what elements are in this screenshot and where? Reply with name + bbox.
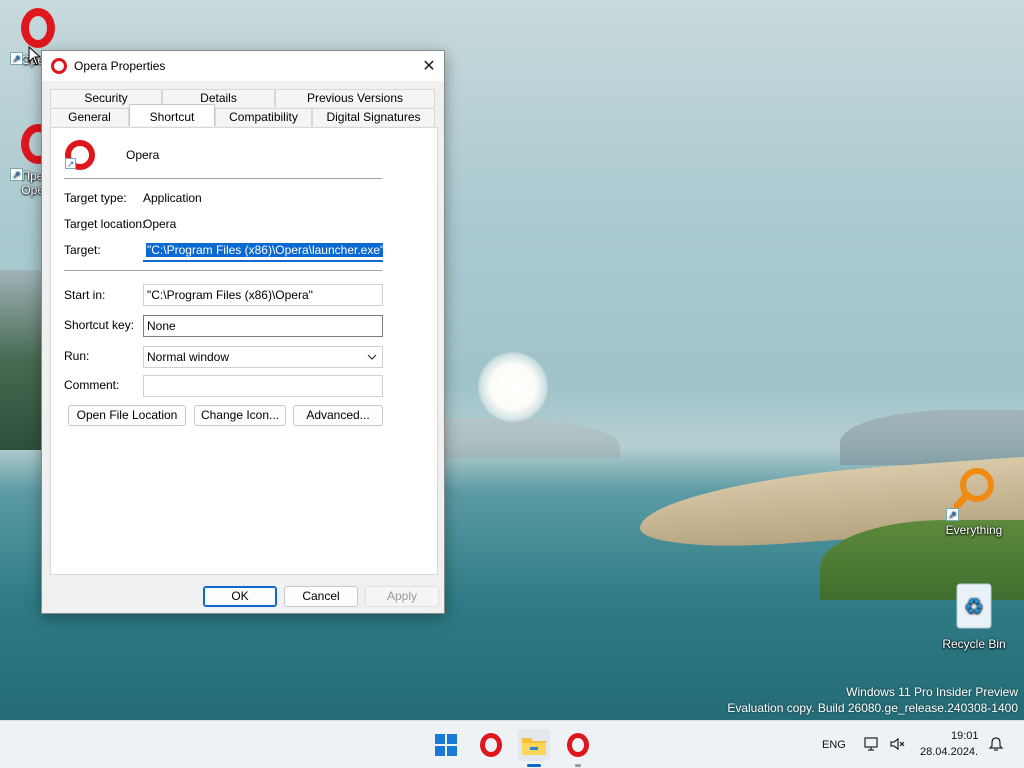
language-indicator[interactable]: ENG [822, 739, 846, 751]
cursor-icon [28, 46, 42, 66]
shortcut-arrow-icon: ↗ [65, 158, 76, 169]
opera-icon [21, 8, 55, 48]
app-name: Opera [126, 148, 160, 162]
desktop-icon-recycle-bin[interactable]: ♻ Recycle Bin [936, 580, 1012, 651]
running-indicator [575, 764, 581, 767]
target-location-label: Target location: [64, 217, 146, 231]
tab-digital-signatures[interactable]: Digital Signatures [312, 108, 435, 126]
comment-input[interactable] [143, 375, 383, 397]
recycle-bin-icon: ♻ [956, 583, 992, 629]
desktop-icon-label: Everything [945, 523, 1003, 537]
taskbar-opera-2[interactable] [562, 729, 594, 767]
opera-icon [480, 733, 502, 757]
shortcut-arrow-icon: ↗ [10, 52, 23, 65]
folder-icon [522, 738, 546, 755]
tab-row-top: Security Details Previous Versions [50, 89, 435, 107]
tab-compatibility[interactable]: Compatibility [215, 108, 312, 126]
clock-date[interactable]: 28.04.2024. [920, 746, 978, 758]
title-bar[interactable]: Opera Properties [42, 51, 444, 81]
run-label: Run: [64, 349, 90, 363]
comment-label: Comment: [64, 378, 120, 392]
shortcut-key-input[interactable]: None [143, 315, 383, 337]
divider [64, 178, 382, 179]
target-type-label: Target type: [64, 191, 127, 205]
tab-row-bottom: General Shortcut Compatibility Digital S… [50, 104, 435, 126]
shortcut-panel: ↗ Opera Target type: Application Target … [50, 127, 438, 575]
wallpaper-hill-right [840, 410, 1024, 465]
tab-shortcut[interactable]: Shortcut [129, 104, 215, 126]
network-icon[interactable] [864, 736, 880, 752]
divider [64, 270, 382, 271]
run-select[interactable]: Normal window [143, 346, 383, 368]
target-label: Target: [64, 243, 101, 257]
advanced-button[interactable]: Advanced... [293, 405, 383, 426]
notification-bell-icon[interactable] [988, 736, 1004, 752]
shortcut-arrow-icon: ↗ [946, 508, 959, 521]
clock-time[interactable]: 19:01 [951, 730, 979, 742]
watermark-line2: Evaluation copy. Build 26080.ge_release.… [727, 701, 1018, 715]
properties-dialog: Opera Properties ✕ Security Details Prev… [41, 50, 445, 614]
change-icon-button[interactable]: Change Icon... [194, 405, 286, 426]
start-button[interactable] [430, 729, 462, 761]
start-in-input[interactable]: "C:\Program Files (x86)\Opera" [143, 284, 383, 306]
ok-button[interactable]: OK [203, 586, 277, 607]
taskbar-file-explorer[interactable] [518, 729, 550, 767]
chevron-down-icon [367, 354, 377, 360]
active-indicator [527, 764, 541, 767]
tab-previous-versions[interactable]: Previous Versions [275, 89, 435, 107]
opera-icon [51, 58, 67, 74]
volume-muted-icon[interactable] [889, 736, 905, 752]
magnifier-icon [953, 468, 994, 510]
desktop-icon-label: Recycle Bin [942, 637, 1006, 651]
taskbar-opera[interactable] [475, 729, 507, 761]
apply-button[interactable]: Apply [365, 586, 439, 607]
target-type-value: Application [143, 191, 202, 205]
cancel-button[interactable]: Cancel [284, 586, 358, 607]
target-text: "C:\Program Files (x86)\Opera\launcher.e… [146, 243, 383, 257]
tab-general[interactable]: General [50, 108, 129, 126]
windows-logo-icon [435, 734, 457, 756]
start-in-label: Start in: [64, 288, 106, 302]
desktop-icon-everything[interactable]: ↗ Everything [936, 466, 1012, 537]
run-selected-value: Normal window [147, 350, 230, 364]
shortcut-arrow-icon: ↗ [10, 168, 23, 181]
target-location-value: Opera [143, 217, 177, 231]
wallpaper-hill [440, 418, 620, 458]
wallpaper-sun [478, 352, 548, 422]
dialog-title: Opera Properties [74, 59, 166, 73]
target-input[interactable]: "C:\Program Files (x86)\Opera\launcher.e… [143, 240, 383, 262]
opera-icon [567, 733, 589, 757]
svg-text:♻: ♻ [964, 594, 984, 619]
watermark-line1: Windows 11 Pro Insider Preview [846, 685, 1018, 699]
wallpaper-left-land [0, 270, 45, 450]
shortcut-key-label: Shortcut key: [64, 318, 135, 332]
taskbar: ENG 19:01 28.04.2024. [0, 720, 1024, 768]
open-file-location-button[interactable]: Open File Location [68, 405, 186, 426]
close-button[interactable]: ✕ [414, 51, 444, 81]
